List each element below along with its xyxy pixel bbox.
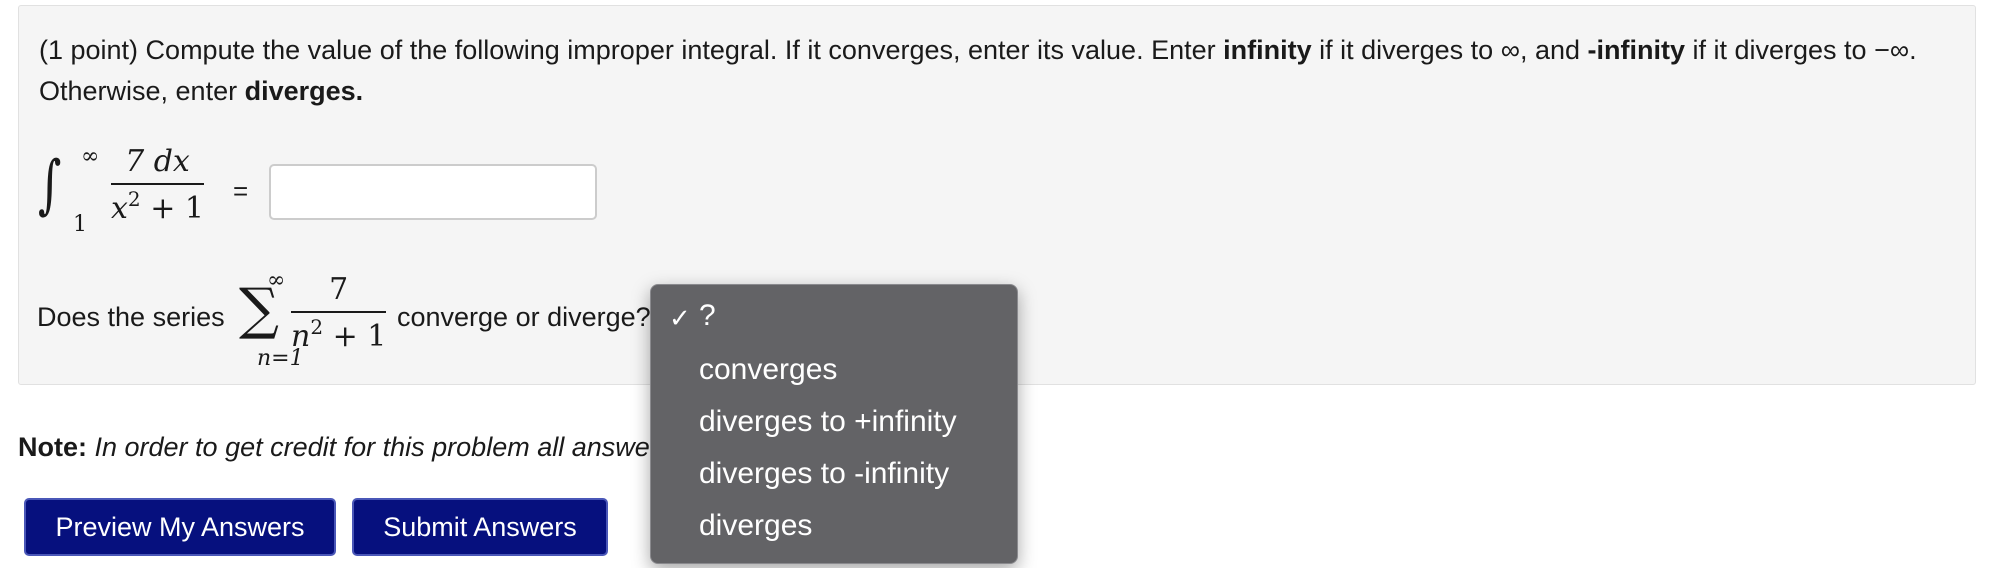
- denominator-tail: + 1: [323, 319, 387, 354]
- denominator-base: n: [291, 319, 311, 354]
- series-question-suffix: converge or diverge?: [397, 302, 651, 332]
- prompt-infinity: infinity: [1223, 35, 1312, 65]
- fraction-bar: [291, 311, 387, 313]
- dropdown-option-diverges-pos-infinity[interactable]: diverges to +infinity: [699, 405, 957, 439]
- dropdown-option-diverges-neg-infinity[interactable]: diverges to -infinity: [699, 457, 949, 491]
- prompt-text: (1 point) Compute the value of the follo…: [39, 35, 1224, 65]
- prompt-text-2: if it diverges to ∞, and: [1311, 35, 1588, 65]
- series-fraction: 7 n2 + 1: [291, 272, 387, 354]
- dropdown-option-converges[interactable]: converges: [699, 353, 837, 387]
- equals-sign: =: [233, 176, 249, 206]
- converge-select-dropdown[interactable]: ✓ ? converges diverges to +infinity dive…: [650, 284, 1018, 564]
- denominator-exponent: 2: [127, 187, 141, 211]
- denominator-exponent: 2: [310, 315, 324, 339]
- series-question-prefix: Does the series: [37, 302, 225, 332]
- note-label: Note:: [18, 432, 87, 462]
- integral-upper-limit: ∞: [81, 144, 100, 169]
- series-numerator: 7: [329, 272, 349, 307]
- denominator-base: x: [111, 191, 128, 226]
- dropdown-option-unselected[interactable]: ?: [699, 299, 716, 333]
- problem-prompt: (1 point) Compute the value of the follo…: [39, 30, 1959, 112]
- denominator-tail: + 1: [140, 191, 204, 226]
- integral-numerator: 7 dx: [125, 144, 190, 179]
- prompt-neg-infinity: -infinity: [1587, 35, 1685, 65]
- integral-denominator: x2 + 1: [111, 189, 204, 226]
- submit-answers-button[interactable]: Submit Answers: [352, 498, 608, 556]
- preview-answers-button[interactable]: Preview My Answers: [24, 498, 336, 556]
- dropdown-option-diverges[interactable]: diverges: [699, 509, 812, 543]
- fraction-bar: [111, 183, 204, 185]
- series-denominator: n2 + 1: [291, 317, 387, 354]
- check-icon: ✓: [669, 303, 691, 333]
- prompt-diverges: diverges.: [244, 76, 364, 106]
- integral-lower-limit: 1: [73, 212, 87, 237]
- sigma-symbol: ∑: [239, 277, 279, 342]
- integral-answer-input[interactable]: [269, 164, 597, 220]
- integral-fraction: 7 dx x2 + 1: [111, 144, 204, 226]
- integral-sign: ∫: [38, 148, 62, 222]
